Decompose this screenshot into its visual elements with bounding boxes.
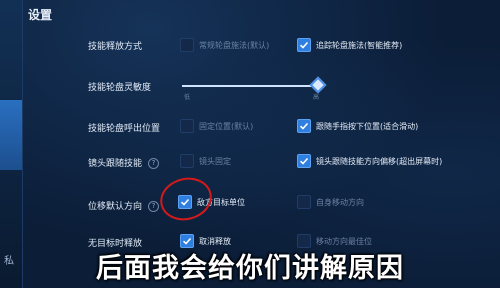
checkbox[interactable] (180, 119, 194, 133)
option-label: 移动方向最佳位 (316, 236, 372, 246)
option-camera-fixed[interactable]: 镜头固定 (180, 154, 231, 168)
option-label: 镜头跟随技能方向偏移(超出屏幕时) (316, 156, 443, 166)
sidebar-active-tab[interactable] (0, 100, 22, 170)
check-icon (299, 41, 309, 49)
help-icon[interactable]: ? (148, 201, 160, 212)
slider-max-label: 高 (313, 94, 320, 101)
checkbox-checked[interactable] (297, 119, 311, 133)
video-subtitle: 后面我会给你们讲解原因 (96, 253, 404, 284)
row-label-wheel-sensitivity: 技能轮盘灵敏度 (88, 83, 152, 93)
help-icon[interactable]: ? (148, 158, 160, 169)
slider-min-label: 低 (184, 94, 191, 101)
left-sidebar: 私 (0, 0, 23, 288)
option-label: 镜头固定 (199, 156, 231, 166)
option-label: 取消释放 (199, 236, 231, 246)
checkbox[interactable] (180, 154, 194, 168)
option-label: 追踪轮盘施法(智能推荐) (316, 40, 403, 50)
page-title: 设置 (28, 8, 53, 22)
checkbox[interactable] (297, 195, 311, 209)
row-label-camera-follow: 镜头跟随技能? (88, 156, 160, 169)
option-camera-follow-direction[interactable]: 镜头跟随技能方向偏移(超出屏幕时) (297, 154, 442, 168)
option-label: 常规轮盘施法(默认) (199, 40, 270, 50)
row-label-skill-release-mode: 技能释放方式 (88, 42, 143, 52)
check-icon (299, 122, 309, 130)
slider-fill (182, 85, 318, 87)
check-icon (182, 237, 192, 245)
row-label-wheel-position: 技能轮盘呼出位置 (88, 124, 161, 134)
checkbox-checked[interactable] (297, 154, 311, 168)
checkbox-checked[interactable] (297, 38, 311, 52)
row-label-dash-direction: 位移默认方向? (88, 199, 160, 212)
option-label: 自身移动方向 (316, 197, 364, 207)
option-tracking-wheel[interactable]: 追踪轮盘施法(智能推荐) (297, 38, 402, 52)
option-label: 固定位置(默认) (199, 121, 254, 131)
option-fixed-position[interactable]: 固定位置(默认) (180, 119, 253, 133)
option-normal-wheel[interactable]: 常规轮盘施法(默认) (180, 38, 269, 52)
option-self-move-direction[interactable]: 自身移动方向 (297, 195, 364, 209)
sensitivity-slider[interactable] (182, 76, 327, 94)
check-icon (299, 157, 309, 165)
option-follow-finger[interactable]: 跟随手指按下位置(适合滑动) (297, 119, 418, 133)
checkbox[interactable] (180, 38, 194, 52)
option-label: 跟随手指按下位置(适合滑动) (316, 121, 419, 131)
